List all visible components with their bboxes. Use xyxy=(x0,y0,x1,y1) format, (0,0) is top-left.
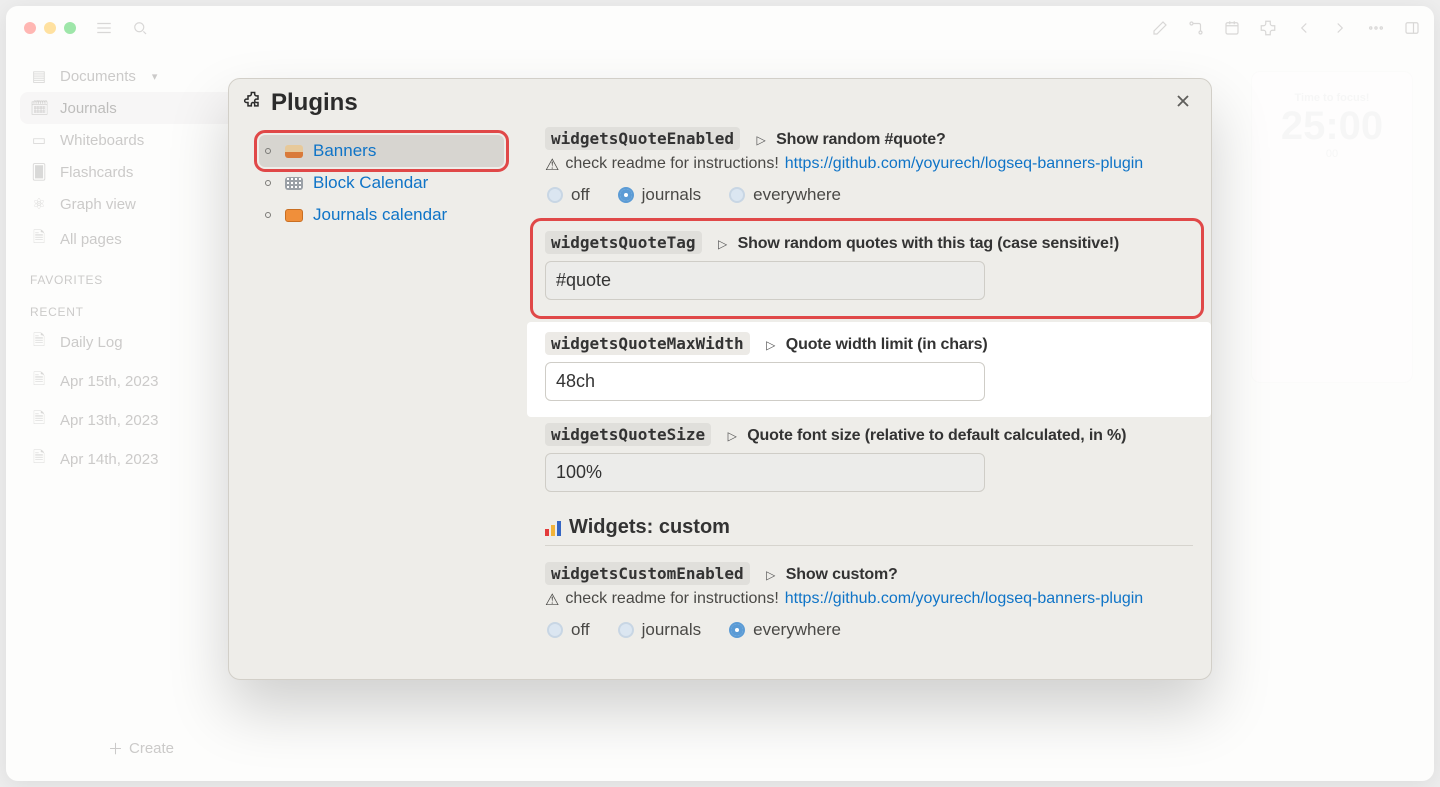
setting-quote-max-width: widgetsQuoteMaxWidth ▷ Quote width limit… xyxy=(527,322,1211,417)
setting-desc: Quote font size (relative to default cal… xyxy=(747,427,1126,444)
triangle-icon: ▷ xyxy=(766,338,775,352)
readme-link[interactable]: https://github.com/yoyurech/logseq-banne… xyxy=(785,590,1143,610)
plugin-label: Block Calendar xyxy=(313,173,428,193)
setting-desc: Show custom? xyxy=(786,566,898,583)
nav: ▤Documents▾ 🗓Journals ▭Whiteboards 🂠Flas… xyxy=(20,60,262,259)
plugin-item-block-calendar[interactable]: Block Calendar xyxy=(259,167,504,199)
plugin-thumb xyxy=(285,145,303,158)
radio-everywhere[interactable]: everywhere xyxy=(729,185,841,205)
setting-code: widgetsCustomEnabled xyxy=(545,562,750,585)
setting-quote-enabled: widgetsQuoteEnabled ▷ Show random #quote… xyxy=(527,121,1211,217)
setting-code: widgetsQuoteTag xyxy=(545,231,702,254)
pomodoro-sub: 00 xyxy=(1326,148,1338,160)
triangle-icon: ▷ xyxy=(718,237,727,251)
radio-group-custom-enabled: off journals everywhere xyxy=(547,620,1193,640)
radio-journals[interactable]: journals xyxy=(618,620,702,640)
nav-whiteboards[interactable]: ▭Whiteboards xyxy=(20,124,262,156)
plugins-modal: Plugins Banners Block Calendar xyxy=(228,78,1212,680)
plugin-item-journals-calendar[interactable]: Journals calendar xyxy=(259,199,504,231)
modal-title-text: Plugins xyxy=(271,89,358,117)
recent-item[interactable]: 🗎Daily Log xyxy=(20,323,262,362)
setting-quote-tag: widgetsQuoteTag ▷ Show random quotes wit… xyxy=(535,223,1199,314)
warning-icon: ⚠ xyxy=(545,155,559,175)
flow-icon[interactable] xyxy=(1186,18,1206,38)
nav-journals[interactable]: 🗓Journals xyxy=(20,92,262,124)
plugin-icon[interactable] xyxy=(1258,18,1278,38)
edit-icon[interactable] xyxy=(1150,18,1170,38)
nav-label: All pages xyxy=(60,231,122,248)
nav-label: Flashcards xyxy=(60,164,133,181)
bullet-icon xyxy=(265,212,271,218)
quote-maxwidth-input[interactable] xyxy=(545,362,985,401)
plugin-thumb xyxy=(285,209,303,222)
plugin-label: Journals calendar xyxy=(313,205,447,225)
warn-text: check readme for instructions! xyxy=(565,155,778,175)
readme-link[interactable]: https://github.com/yoyurech/logseq-banne… xyxy=(785,155,1143,175)
recent-label: RECENT xyxy=(20,291,262,323)
pomodoro-widget: Time to focus! 25:00 00 xyxy=(1252,72,1412,382)
setting-code: widgetsQuoteSize xyxy=(545,423,711,446)
radio-journals[interactable]: journals xyxy=(618,185,702,205)
recent-item[interactable]: 🗎Apr 14th, 2023 xyxy=(20,440,262,479)
plugin-item-banners[interactable]: Banners xyxy=(259,135,504,167)
setting-code: widgetsQuoteEnabled xyxy=(545,127,740,150)
right-panel-icon[interactable] xyxy=(1402,18,1422,38)
nav-flashcards[interactable]: 🂠Flashcards xyxy=(20,156,262,188)
nav-label: Journals xyxy=(60,100,117,117)
quote-tag-input[interactable] xyxy=(545,261,985,300)
triangle-icon: ▷ xyxy=(756,133,765,147)
setting-quote-size: widgetsQuoteSize ▷ Quote font size (rela… xyxy=(527,417,1211,498)
window-controls[interactable] xyxy=(18,22,76,34)
puzzle-icon xyxy=(243,89,263,117)
titlebar xyxy=(6,6,1434,50)
plugin-label: Banners xyxy=(313,141,376,161)
widgets-custom-header: Widgets: custom xyxy=(545,502,1193,546)
bullet-icon xyxy=(265,180,271,186)
zoom-window-dot[interactable] xyxy=(64,22,76,34)
warning-icon: ⚠ xyxy=(545,590,559,610)
triangle-icon: ▷ xyxy=(766,568,775,582)
radio-group-quote-enabled: off journals everywhere xyxy=(547,185,1193,205)
radio-off[interactable]: off xyxy=(547,185,590,205)
setting-custom-enabled: widgetsCustomEnabled ▷ Show custom? ⚠ ch… xyxy=(527,556,1211,652)
back-icon[interactable] xyxy=(1294,18,1314,38)
nav-allpages[interactable]: 🗎All pages xyxy=(20,220,262,259)
plugin-settings[interactable]: widgetsQuoteEnabled ▷ Show random #quote… xyxy=(527,121,1211,679)
close-window-dot[interactable] xyxy=(24,22,36,34)
recent-item[interactable]: 🗎Apr 15th, 2023 xyxy=(20,362,262,401)
setting-code: widgetsQuoteMaxWidth xyxy=(545,332,750,355)
close-icon[interactable] xyxy=(1173,91,1193,116)
nav-graph[interactable]: ⚛Graph view xyxy=(20,188,262,220)
pomodoro-title: Time to focus! xyxy=(1295,92,1370,104)
nav-label: Graph view xyxy=(60,196,136,213)
calendar-icon[interactable] xyxy=(1222,18,1242,38)
radio-everywhere[interactable]: everywhere xyxy=(729,620,841,640)
nav-documents[interactable]: ▤Documents▾ xyxy=(20,60,262,92)
nav-label: Documents xyxy=(60,68,136,85)
recent-item[interactable]: 🗎Apr 13th, 2023 xyxy=(20,401,262,440)
quote-size-input[interactable] xyxy=(545,453,985,492)
forward-icon[interactable] xyxy=(1330,18,1350,38)
radio-off[interactable]: off xyxy=(547,620,590,640)
create-button[interactable]: ＋Create xyxy=(108,738,174,759)
minimize-window-dot[interactable] xyxy=(44,22,56,34)
setting-desc: Show random quotes with this tag (case s… xyxy=(738,235,1119,252)
triangle-icon: ▷ xyxy=(728,429,737,443)
plugin-list: Banners Block Calendar Journals calendar xyxy=(229,121,527,679)
bullet-icon xyxy=(265,148,271,154)
pomodoro-time: 25:00 xyxy=(1281,106,1383,146)
nav-label: Whiteboards xyxy=(60,132,144,149)
bars-icon xyxy=(545,520,561,536)
menu-icon[interactable] xyxy=(94,18,114,38)
setting-desc: Show random #quote? xyxy=(776,131,945,148)
more-icon[interactable] xyxy=(1366,18,1386,38)
search-icon[interactable] xyxy=(130,18,150,38)
setting-desc: Quote width limit (in chars) xyxy=(786,336,988,353)
plugin-thumb xyxy=(285,177,303,190)
warn-text: check readme for instructions! xyxy=(565,590,778,610)
modal-header: Plugins xyxy=(229,79,1211,121)
favorites-label: FAVORITES xyxy=(20,259,262,291)
